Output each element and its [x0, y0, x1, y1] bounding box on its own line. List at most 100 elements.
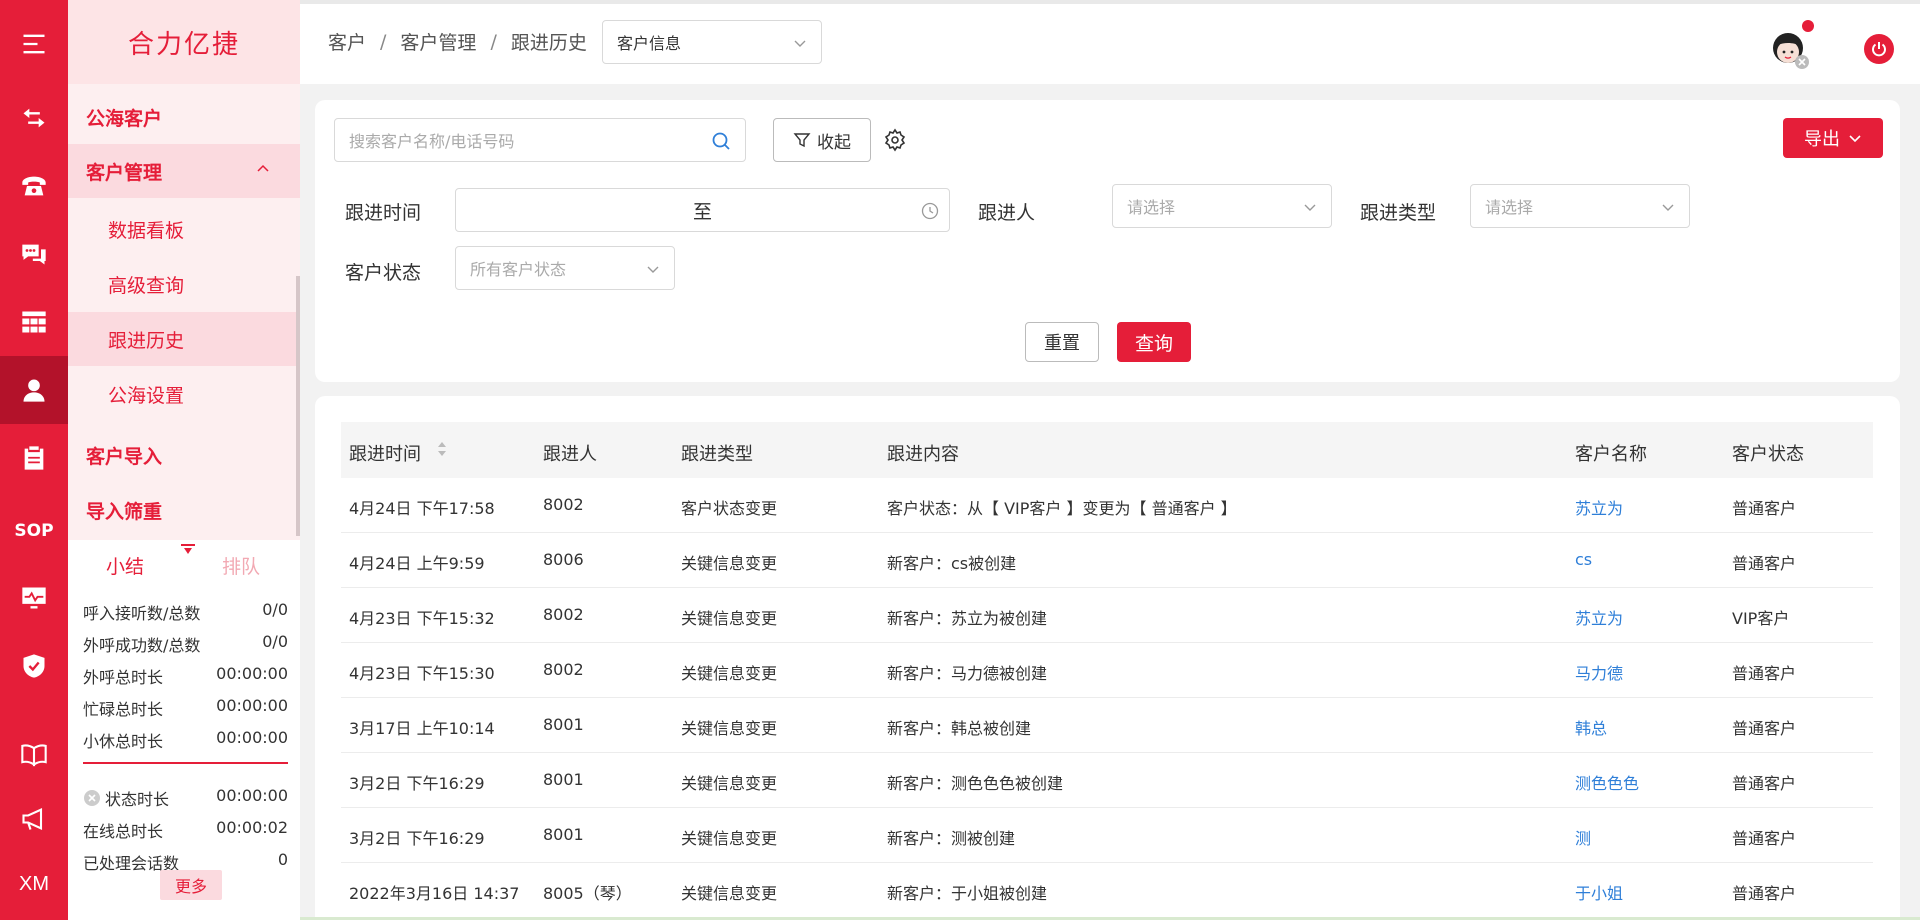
sidebar-group-customer-mgmt[interactable]: 客户管理 — [68, 144, 300, 198]
cell-customer-name-link[interactable]: 苏立为 — [1575, 495, 1623, 519]
sidebar-item-advanced-query[interactable]: 高级查询 — [68, 257, 300, 311]
column-header-customer-name: 客户名称 — [1575, 444, 1647, 465]
cell-customer-name-link[interactable]: 测 — [1575, 825, 1591, 849]
grid-icon[interactable] — [0, 288, 68, 356]
monitor-icon[interactable] — [0, 564, 68, 632]
stat-label: 忙碌总时长 — [83, 700, 164, 719]
date-range-input[interactable]: 至 — [455, 188, 950, 232]
stat-label: 外呼成功数/总数 — [83, 636, 201, 655]
cell-time: 3月2日 下午16:29 — [349, 774, 485, 793]
collapse-button[interactable]: 收起 — [773, 118, 871, 162]
close-circle-icon[interactable] — [83, 789, 101, 807]
cell-customer-name-link[interactable]: 马力德 — [1575, 660, 1623, 684]
cell-type: 关键信息变更 — [681, 664, 778, 683]
cell-customer-name-link[interactable]: 测色色色 — [1575, 770, 1639, 794]
search-input[interactable]: 搜索客户名称/电话号码 — [334, 118, 746, 162]
date-range-separator: 至 — [692, 200, 712, 223]
sop-text: SOP — [14, 521, 54, 541]
sort-icon[interactable] — [436, 438, 448, 460]
sidebar-group-import-filter[interactable]: 导入筛重 — [68, 483, 300, 537]
cell-content: 新客户：韩总被创建 — [887, 719, 1032, 738]
table-row: 3月2日 下午16:29 8001 关键信息变更 新客户：测色色色被创建 测色色… — [341, 753, 1873, 808]
breadcrumb-item[interactable]: 客户 — [328, 28, 366, 55]
follow-type-select[interactable]: 请选择 — [1470, 184, 1690, 228]
cell-customer-name-link[interactable]: 苏立为 — [1575, 605, 1623, 629]
cell-person: 8006 — [543, 550, 584, 569]
sidebar-item-sea-settings[interactable]: 公海设置 — [68, 367, 300, 421]
breadcrumb-sep: / — [380, 30, 387, 53]
power-button[interactable] — [1864, 34, 1894, 64]
tab-queue[interactable]: 排队 — [222, 552, 260, 579]
telephone-icon[interactable] — [0, 152, 68, 220]
search-icon[interactable] — [711, 131, 731, 151]
chevron-down-icon — [1304, 204, 1316, 211]
breadcrumb-item[interactable]: 客户管理 — [400, 28, 476, 55]
reset-button[interactable]: 重置 — [1025, 322, 1099, 362]
stat-value: 0/0 — [262, 632, 288, 651]
icon-rail: SOP XM — [0, 0, 68, 920]
sidebar-group-public-sea[interactable]: 公海客户 — [68, 90, 300, 144]
xm-text: XM — [19, 872, 49, 895]
book-icon[interactable] — [0, 720, 68, 788]
sidebar-item-follow-history[interactable]: 跟进历史 — [68, 312, 300, 366]
sidebar-item-dashboard[interactable]: 数据看板 — [68, 202, 300, 256]
cell-person: 8005（琴） — [543, 884, 632, 903]
sidebar-scrollbar[interactable] — [296, 276, 300, 536]
follow-time-label: 跟进时间 — [345, 202, 422, 224]
cell-person: 8002 — [543, 660, 584, 679]
cell-status: 普通客户 — [1732, 499, 1797, 518]
stat-row: 外呼总时长 00:00:00 — [83, 664, 288, 688]
cell-status: 普通客户 — [1732, 554, 1797, 573]
clipboard-icon[interactable] — [0, 424, 68, 492]
cell-status: 普通客户 — [1732, 829, 1797, 848]
shield-icon[interactable] — [0, 632, 68, 700]
stat-row: 状态时长 00:00:00 — [83, 786, 288, 810]
follow-person-label: 跟进人 — [978, 202, 1036, 224]
gear-icon[interactable] — [883, 128, 907, 152]
export-button[interactable]: 导出 — [1783, 118, 1883, 158]
cell-status: 普通客户 — [1732, 774, 1797, 793]
table-row: 3月2日 下午16:29 8001 关键信息变更 新客户：测被创建 测 普通客户 — [341, 808, 1873, 863]
stat-value: 0 — [277, 850, 288, 869]
customer-status-select[interactable]: 所有客户状态 — [455, 246, 675, 290]
follow-type-label: 跟进类型 — [1360, 202, 1437, 224]
table-row: 4月23日 下午15:30 8002 关键信息变更 新客户：马力德被创建 马力德… — [341, 643, 1873, 698]
chevron-up-icon — [257, 164, 269, 172]
stat-value: 00:00:02 — [216, 818, 288, 837]
cell-content: 新客户：于小姐被创建 — [887, 884, 1048, 903]
follow-person-select[interactable]: 请选择 — [1112, 184, 1332, 228]
select-placeholder: 请选择 — [1485, 198, 1534, 217]
user-icon[interactable] — [0, 356, 68, 424]
cell-status: VIP客户 — [1732, 609, 1790, 628]
collapse-label: 收起 — [817, 132, 851, 153]
more-button[interactable]: 更多 — [160, 870, 222, 900]
query-button[interactable]: 查询 — [1117, 322, 1191, 362]
cell-content: 新客户：苏立为被创建 — [887, 609, 1048, 628]
sop-label[interactable]: SOP — [0, 497, 68, 565]
customer-info-select[interactable]: 客户信息 — [602, 20, 822, 64]
sidebar-group-label: 客户管理 — [86, 161, 163, 184]
cell-customer-name-link[interactable]: 韩总 — [1575, 715, 1607, 739]
chat-icon[interactable] — [0, 220, 68, 288]
top-header: 客户 / 客户管理 / 跟进历史 客户信息 — [300, 0, 1920, 84]
stats-panel: 小结 排队 呼入接听数/总数 0/0 外呼成功数/总数 0/0 外呼总时长 00:00… — [68, 540, 300, 920]
transfer-icon[interactable] — [0, 84, 68, 152]
cell-person: 8002 — [543, 605, 584, 624]
cell-customer-name-link[interactable]: 于小姐 — [1575, 880, 1623, 904]
megaphone-icon[interactable] — [0, 785, 68, 853]
menu-icon[interactable] — [0, 10, 68, 78]
tab-summary[interactable]: 小结 — [106, 552, 144, 579]
column-header-time[interactable]: 跟进时间 — [349, 440, 421, 466]
table-row: 4月23日 下午15:32 8002 关键信息变更 新客户：苏立为被创建 苏立为… — [341, 588, 1873, 643]
table-row: 4月24日 下午17:58 8002 客户状态变更 客户状态：从【 VIP客户 … — [341, 478, 1873, 533]
table-row: 4月24日 上午9:59 8006 关键信息变更 新客户：cs被创建 cs 普通… — [341, 533, 1873, 588]
cell-type: 关键信息变更 — [681, 609, 778, 628]
xm-label[interactable]: XM — [0, 850, 68, 918]
drag-handle-icon[interactable] — [180, 544, 196, 556]
avatar[interactable] — [1768, 20, 1814, 70]
stat-label: 小休总时长 — [83, 732, 164, 751]
cell-customer-name-link[interactable]: cs — [1575, 550, 1592, 569]
sidebar-group-import[interactable]: 客户导入 — [68, 428, 300, 482]
table-row: 2022年3月16日 14:37 8005（琴） 关键信息变更 新客户：于小姐被… — [341, 863, 1873, 918]
column-header-customer-status: 客户状态 — [1732, 444, 1804, 465]
